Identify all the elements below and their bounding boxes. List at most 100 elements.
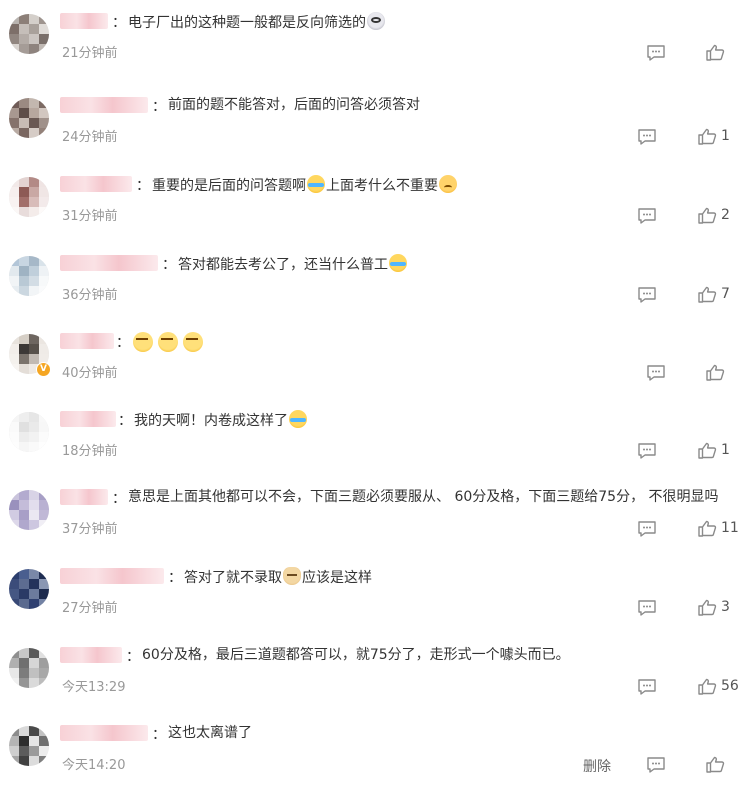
comment-text-part: 电子厂出的这种题一般都是反向筛选的 bbox=[128, 15, 366, 31]
name-separator: ： bbox=[126, 649, 140, 665]
laugh-cry-icon bbox=[307, 175, 325, 193]
like-count: 2 bbox=[721, 207, 730, 223]
reply-icon[interactable] bbox=[637, 442, 657, 464]
avatar[interactable] bbox=[9, 648, 49, 688]
thumbs-up-icon[interactable] bbox=[697, 678, 717, 700]
thumbs-up-icon[interactable] bbox=[705, 44, 725, 66]
upset-face-icon bbox=[439, 175, 457, 193]
username-blurred[interactable] bbox=[60, 255, 158, 271]
comment-text: 答对都能去考公了，还当什么普工 bbox=[178, 254, 408, 274]
thumbs-up-icon[interactable] bbox=[705, 756, 725, 778]
thumbs-up-icon[interactable] bbox=[697, 286, 717, 308]
delete-button[interactable]: 删除 bbox=[583, 756, 611, 776]
reply-icon[interactable] bbox=[646, 756, 666, 778]
comment-time: 37分钟前 bbox=[62, 522, 118, 537]
name-separator: ： bbox=[162, 257, 176, 273]
comment-text: 我的天啊！内卷成这样了 bbox=[134, 410, 308, 430]
username-blurred[interactable] bbox=[60, 333, 114, 349]
thumbs-up-icon[interactable] bbox=[705, 364, 725, 386]
reply-icon[interactable] bbox=[637, 678, 657, 700]
username-blurred[interactable] bbox=[60, 725, 148, 741]
comment-text bbox=[132, 332, 207, 354]
like-count: 7 bbox=[721, 286, 730, 302]
comment-item: ：电子厂出的这种题一般都是反向筛选的 21分钟前 bbox=[0, 0, 740, 78]
name-separator: ： bbox=[116, 335, 130, 351]
comment-time: 21分钟前 bbox=[62, 46, 118, 61]
avatar[interactable] bbox=[9, 412, 49, 452]
comment-item: ：答对了就不录取 应该是这样 27分钟前 3 bbox=[0, 555, 740, 633]
name-separator: ： bbox=[112, 491, 126, 507]
comment-text-part: 我的天啊！内卷成这样了 bbox=[134, 413, 288, 429]
thumbs-up-icon[interactable] bbox=[697, 520, 717, 542]
avatar[interactable] bbox=[9, 98, 49, 138]
comment-text: 这也太离谱了 bbox=[168, 724, 252, 742]
username-blurred[interactable] bbox=[60, 647, 122, 663]
laugh-cry-icon bbox=[289, 410, 307, 428]
reply-icon[interactable] bbox=[646, 364, 666, 386]
crazy-face-icon bbox=[367, 12, 385, 30]
comment-time: 31分钟前 bbox=[62, 209, 118, 224]
comment-text: 答对了就不录取 应该是这样 bbox=[184, 567, 372, 587]
comment-time: 今天13:29 bbox=[62, 680, 126, 695]
sleepy-face-icon bbox=[183, 332, 203, 352]
verified-badge-icon: V bbox=[36, 362, 51, 377]
reply-icon[interactable] bbox=[646, 44, 666, 66]
username-blurred[interactable] bbox=[60, 13, 108, 29]
username-blurred[interactable] bbox=[60, 97, 148, 113]
reply-icon[interactable] bbox=[637, 207, 657, 229]
comment-time: 27分钟前 bbox=[62, 601, 118, 616]
comment-text-part: 这也太离谱了 bbox=[168, 725, 252, 741]
comment-text-part: 答对了就不录取 bbox=[184, 570, 282, 586]
comment-item: ：答对都能去考公了，还当什么普工 36分钟前 7 bbox=[0, 242, 740, 320]
name-separator: ： bbox=[118, 413, 132, 429]
comment-text: 60分及格，最后三道题都答可以，就75分了，走形式一个噱头而已。 bbox=[142, 646, 570, 664]
avatar[interactable] bbox=[9, 14, 49, 54]
comment-item: ：意思是上面其他都可以不会，下面三题必须要服从、 60分及格，下面三题给75分，… bbox=[0, 476, 740, 554]
sleepy-face-icon bbox=[133, 332, 153, 352]
like-count: 1 bbox=[721, 128, 730, 144]
thumbs-up-icon[interactable] bbox=[697, 128, 717, 150]
reply-icon[interactable] bbox=[637, 128, 657, 150]
comment-text: 电子厂出的这种题一般都是反向筛选的 bbox=[128, 12, 386, 32]
comment-item: V ： 40分钟前 bbox=[0, 320, 740, 398]
avatar[interactable] bbox=[9, 569, 49, 609]
thumbs-up-icon[interactable] bbox=[697, 599, 717, 621]
comment-text-part: 60分及格，最后三道题都答可以，就75分了，走形式一个噱头而已。 bbox=[142, 647, 570, 663]
avatar[interactable] bbox=[9, 726, 49, 766]
like-count: 1 bbox=[721, 442, 730, 458]
comment-item: ：前面的题不能答对，后面的问答必须答对 24分钟前 1 bbox=[0, 84, 740, 162]
reply-icon[interactable] bbox=[637, 520, 657, 542]
username-blurred[interactable] bbox=[60, 411, 116, 427]
comment-text: 前面的题不能答对，后面的问答必须答对 bbox=[168, 96, 420, 114]
avatar[interactable] bbox=[9, 490, 49, 530]
username-blurred[interactable] bbox=[60, 489, 108, 505]
username-blurred[interactable] bbox=[60, 568, 164, 584]
name-separator: ： bbox=[136, 178, 150, 194]
name-separator: ： bbox=[152, 727, 166, 743]
comment-text-part: 意思是上面其他都可以不会，下面三题必须要服从、 60分及格，下面三题给75分， … bbox=[128, 489, 719, 505]
comment-text-part: 前面的题不能答对，后面的问答必须答对 bbox=[168, 97, 420, 113]
comment-time: 18分钟前 bbox=[62, 444, 118, 459]
reply-icon[interactable] bbox=[637, 599, 657, 621]
comment-text-part: 应该是这样 bbox=[302, 570, 372, 586]
comment-text: 重要的是后面的问答题啊 上面考什么不重要 bbox=[152, 175, 458, 195]
like-count: 56 bbox=[721, 678, 739, 694]
username-blurred[interactable] bbox=[60, 176, 132, 192]
comment-item: ： 60分及格，最后三道题都答可以，就75分了，走形式一个噱头而已。今天13:29… bbox=[0, 634, 740, 712]
comment-text: 意思是上面其他都可以不会，下面三题必须要服从、 60分及格，下面三题给75分， … bbox=[128, 488, 719, 506]
name-separator: ： bbox=[152, 99, 166, 115]
comment-text-part: 重要的是后面的问答题啊 bbox=[152, 178, 306, 194]
comment-text-part: 上面考什么不重要 bbox=[326, 178, 438, 194]
comment-text-part: 答对都能去考公了，还当什么普工 bbox=[178, 257, 388, 273]
avatar[interactable] bbox=[9, 177, 49, 217]
sleepy-face-icon bbox=[158, 332, 178, 352]
name-separator: ： bbox=[168, 570, 182, 586]
avatar[interactable] bbox=[9, 256, 49, 296]
comment-item: ：这也太离谱了 今天14:20 删除 bbox=[0, 712, 740, 790]
reply-icon[interactable] bbox=[637, 286, 657, 308]
thumbs-up-icon[interactable] bbox=[697, 207, 717, 229]
comment-item: ：我的天啊！内卷成这样了 18分钟前 1 bbox=[0, 398, 740, 476]
comment-time: 36分钟前 bbox=[62, 288, 118, 303]
thumbs-up-icon[interactable] bbox=[697, 442, 717, 464]
laugh-cry-icon bbox=[389, 254, 407, 272]
